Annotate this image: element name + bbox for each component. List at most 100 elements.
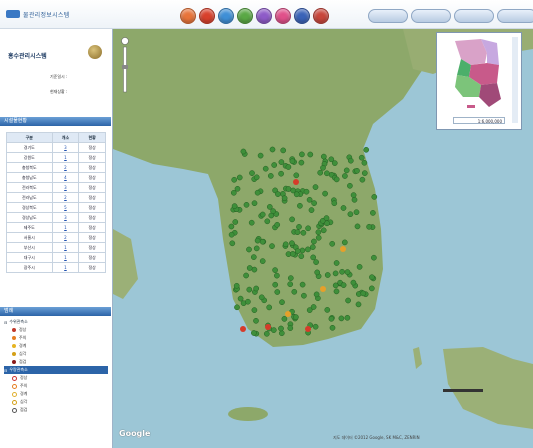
- station-marker[interactable]: [331, 200, 338, 207]
- table-row[interactable]: 부산시 1 정상: [6, 242, 106, 253]
- station-marker[interactable]: [361, 170, 368, 176]
- table-row[interactable]: 광주시 1 정상: [6, 262, 106, 273]
- station-marker[interactable]: [289, 240, 295, 247]
- station-marker[interactable]: [259, 238, 266, 245]
- station-marker-warn[interactable]: [320, 286, 326, 292]
- station-marker[interactable]: [328, 315, 335, 322]
- station-marker[interactable]: [246, 246, 252, 253]
- station-marker[interactable]: [253, 174, 260, 181]
- station-marker[interactable]: [253, 285, 260, 292]
- station-marker[interactable]: [338, 315, 345, 322]
- station-marker[interactable]: [347, 157, 354, 164]
- station-marker[interactable]: [301, 292, 307, 299]
- cell-count[interactable]: 2: [51, 232, 80, 243]
- station-marker[interactable]: [289, 216, 295, 223]
- station-marker[interactable]: [269, 146, 276, 153]
- station-marker[interactable]: [310, 304, 317, 310]
- station-marker[interactable]: [322, 190, 328, 197]
- station-marker[interactable]: [291, 288, 298, 295]
- station-marker[interactable]: [282, 241, 289, 248]
- station-marker[interactable]: [315, 234, 322, 241]
- station-marker[interactable]: [308, 207, 315, 213]
- station-marker[interactable]: [267, 173, 274, 179]
- station-marker[interactable]: [279, 299, 285, 306]
- station-marker[interactable]: [324, 170, 330, 177]
- cell-count[interactable]: 3: [51, 142, 80, 153]
- table-row[interactable]: 대구시 1 정상: [6, 252, 106, 263]
- station-marker[interactable]: [298, 253, 305, 260]
- station-marker[interactable]: [366, 223, 372, 230]
- zoom-slider[interactable]: [121, 37, 129, 97]
- station-marker[interactable]: [344, 269, 351, 275]
- station-marker[interactable]: [320, 227, 327, 234]
- nav-circle-3-button[interactable]: [218, 8, 234, 24]
- station-marker[interactable]: [311, 200, 317, 206]
- cell-count[interactable]: 1: [51, 242, 80, 253]
- station-marker[interactable]: [254, 189, 261, 196]
- station-marker[interactable]: [293, 191, 300, 198]
- station-marker[interactable]: [324, 220, 330, 227]
- station-marker[interactable]: [350, 279, 357, 286]
- station-marker[interactable]: [250, 254, 257, 260]
- station-marker[interactable]: [300, 229, 307, 236]
- station-marker[interactable]: [310, 254, 317, 261]
- station-marker[interactable]: [341, 239, 348, 246]
- station-marker[interactable]: [296, 224, 302, 230]
- station-marker[interactable]: [262, 165, 269, 172]
- station-marker[interactable]: [280, 147, 287, 154]
- station-marker[interactable]: [259, 258, 266, 264]
- minimap-zoom-bar[interactable]: [512, 37, 518, 123]
- station-marker[interactable]: [253, 245, 260, 252]
- station-marker[interactable]: [251, 266, 258, 273]
- station-marker[interactable]: [345, 297, 351, 304]
- nav-circle-7-button[interactable]: [294, 8, 310, 24]
- station-marker[interactable]: [333, 260, 340, 266]
- station-marker[interactable]: [251, 330, 257, 336]
- station-marker[interactable]: [350, 192, 357, 198]
- station-marker[interactable]: [340, 282, 347, 288]
- station-marker[interactable]: [259, 211, 266, 218]
- station-marker[interactable]: [359, 176, 366, 183]
- station-marker[interactable]: [333, 288, 340, 295]
- station-marker[interactable]: [297, 202, 303, 209]
- station-marker[interactable]: [347, 211, 354, 218]
- cell-count[interactable]: 2: [51, 192, 80, 203]
- station-marker[interactable]: [355, 301, 362, 308]
- station-marker[interactable]: [293, 172, 300, 179]
- station-marker-alert[interactable]: [305, 326, 311, 332]
- station-marker[interactable]: [229, 240, 236, 247]
- station-marker[interactable]: [344, 314, 351, 321]
- station-marker[interactable]: [272, 267, 278, 273]
- station-marker[interactable]: [257, 152, 264, 159]
- station-marker[interactable]: [339, 268, 345, 275]
- nav-circle-4-button[interactable]: [237, 8, 253, 24]
- station-marker[interactable]: [274, 272, 280, 279]
- station-marker[interactable]: [287, 281, 294, 288]
- station-marker[interactable]: [294, 248, 301, 254]
- station-marker[interactable]: [363, 146, 370, 153]
- station-marker[interactable]: [354, 167, 360, 174]
- cell-count[interactable]: 2: [51, 162, 80, 173]
- station-marker[interactable]: [293, 314, 299, 320]
- station-marker[interactable]: [248, 219, 255, 226]
- nav-circle-2-button[interactable]: [199, 8, 215, 24]
- table-row[interactable]: 전라남도 2 정상: [6, 192, 106, 203]
- station-marker-warn[interactable]: [340, 246, 346, 252]
- station-marker[interactable]: [358, 154, 365, 161]
- station-marker[interactable]: [314, 269, 321, 276]
- cell-count[interactable]: 5: [51, 202, 80, 213]
- station-marker[interactable]: [234, 185, 241, 192]
- map-view[interactable]: 1:6,000,000 Google 지도 데이터 ©2012 Google, …: [113, 29, 533, 448]
- station-marker-alert[interactable]: [293, 179, 299, 185]
- station-marker[interactable]: [307, 151, 314, 158]
- menu-pill-button-2[interactable]: [411, 9, 451, 23]
- table-row[interactable]: 제주도 1 정상: [6, 222, 106, 233]
- cell-count[interactable]: 3: [51, 182, 80, 193]
- station-marker[interactable]: [266, 304, 273, 311]
- table-row[interactable]: 경상북도 5 정상: [6, 202, 106, 213]
- station-marker[interactable]: [320, 164, 326, 171]
- station-marker[interactable]: [245, 298, 251, 305]
- station-marker[interactable]: [371, 254, 377, 261]
- station-marker[interactable]: [309, 244, 316, 250]
- station-marker[interactable]: [287, 275, 294, 281]
